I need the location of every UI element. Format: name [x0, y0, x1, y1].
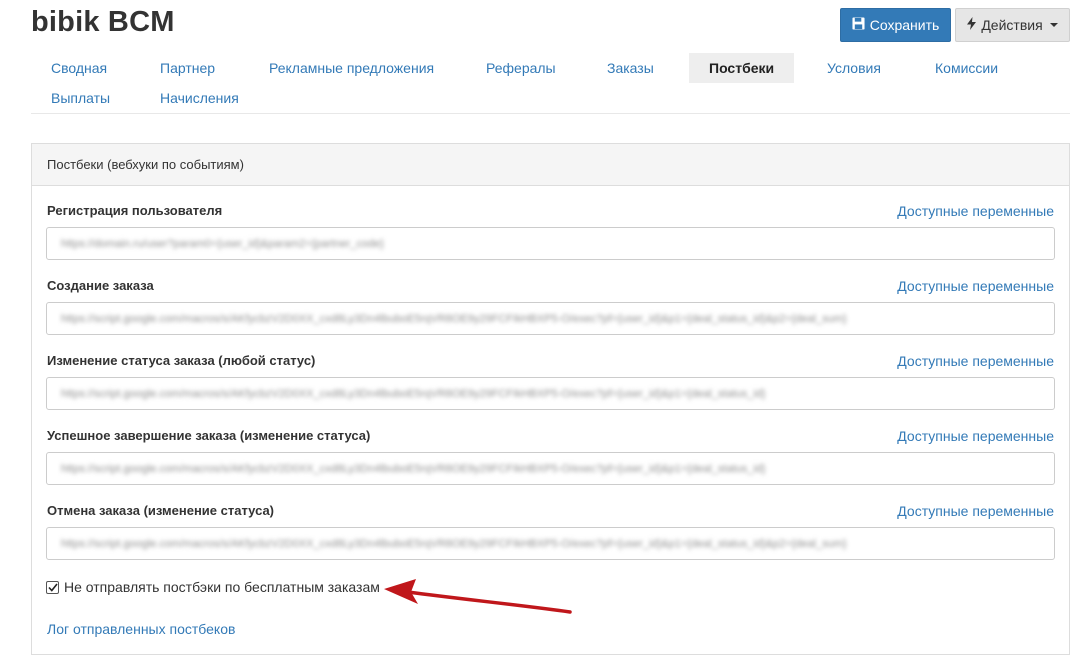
postback-url-input-order-status-changed[interactable]: https://script.google.com/macros/s/AKfyc…	[46, 377, 1055, 410]
floppy-disk-icon	[852, 17, 865, 33]
free-orders-checkbox-row: Не отправлять постбэки по бесплатным зак…	[46, 579, 380, 595]
postback-url-value: https://script.google.com/macros/s/AKfyc…	[61, 387, 766, 400]
tab-commissions[interactable]: Комиссии	[915, 53, 1018, 83]
field-label-registration: Регистрация пользователя	[47, 203, 223, 218]
postback-url-input-registration[interactable]: https://domain.ru/user?param0={user_id}&…	[46, 227, 1055, 260]
available-variables-link[interactable]: Доступные переменные	[897, 428, 1054, 444]
tab-bar: Сводная Партнер Рекламные предложения Ре…	[31, 53, 1070, 114]
panel-heading: Постбеки (вебхуки по событиям)	[32, 144, 1069, 186]
free-orders-checkbox-label[interactable]: Не отправлять постбэки по бесплатным зак…	[64, 579, 380, 595]
tab-referrals[interactable]: Рефералы	[466, 53, 576, 83]
postback-url-value: https://script.google.com/macros/s/AKfyc…	[61, 312, 847, 325]
postback-url-input-order-created[interactable]: https://script.google.com/macros/s/AKfyc…	[46, 302, 1055, 335]
tab-accruals[interactable]: Начисления	[140, 83, 259, 113]
postback-log-link[interactable]: Лог отправленных постбеков	[47, 621, 235, 637]
annotation-arrow-icon	[384, 579, 572, 614]
field-label-order-created: Создание заказа	[47, 278, 154, 293]
field-label-order-cancelled: Отмена заказа (изменение статуса)	[47, 503, 275, 518]
tab-orders[interactable]: Заказы	[587, 53, 674, 83]
checkmark-icon	[47, 583, 58, 592]
actions-dropdown-button[interactable]: Действия	[955, 8, 1070, 42]
postback-url-value: https://script.google.com/macros/s/AKfyc…	[61, 537, 847, 550]
field-label-order-completed: Успешное завершение заказа (изменение ст…	[47, 428, 371, 443]
actions-button-label: Действия	[981, 17, 1043, 33]
page-title: bibik BCM	[31, 6, 175, 38]
tab-conditions[interactable]: Условия	[807, 53, 901, 83]
caret-down-icon	[1049, 23, 1058, 27]
available-variables-link[interactable]: Доступные переменные	[897, 278, 1054, 294]
field-label-order-status-changed: Изменение статуса заказа (любой статус)	[47, 353, 316, 368]
save-button[interactable]: Сохранить	[840, 8, 951, 42]
lightning-icon	[967, 17, 977, 33]
postback-url-value: https://domain.ru/user?param0={user_id}&…	[61, 237, 384, 250]
tab-summary[interactable]: Сводная	[31, 53, 127, 83]
postback-url-input-order-cancelled[interactable]: https://script.google.com/macros/s/AKfyc…	[46, 527, 1055, 560]
postback-url-value: https://script.google.com/macros/s/AKfyc…	[61, 462, 766, 475]
postback-url-input-order-completed[interactable]: https://script.google.com/macros/s/AKfyc…	[46, 452, 1055, 485]
tab-payouts[interactable]: Выплаты	[31, 83, 130, 113]
tab-partner[interactable]: Партнер	[140, 53, 235, 83]
save-button-label: Сохранить	[869, 17, 940, 33]
available-variables-link[interactable]: Доступные переменные	[897, 353, 1054, 369]
free-orders-checkbox[interactable]	[46, 580, 59, 594]
available-variables-link[interactable]: Доступные переменные	[897, 503, 1054, 519]
tab-postbacks[interactable]: Постбеки	[689, 53, 795, 83]
tab-offers[interactable]: Рекламные предложения	[249, 53, 454, 83]
available-variables-link[interactable]: Доступные переменные	[897, 203, 1054, 219]
